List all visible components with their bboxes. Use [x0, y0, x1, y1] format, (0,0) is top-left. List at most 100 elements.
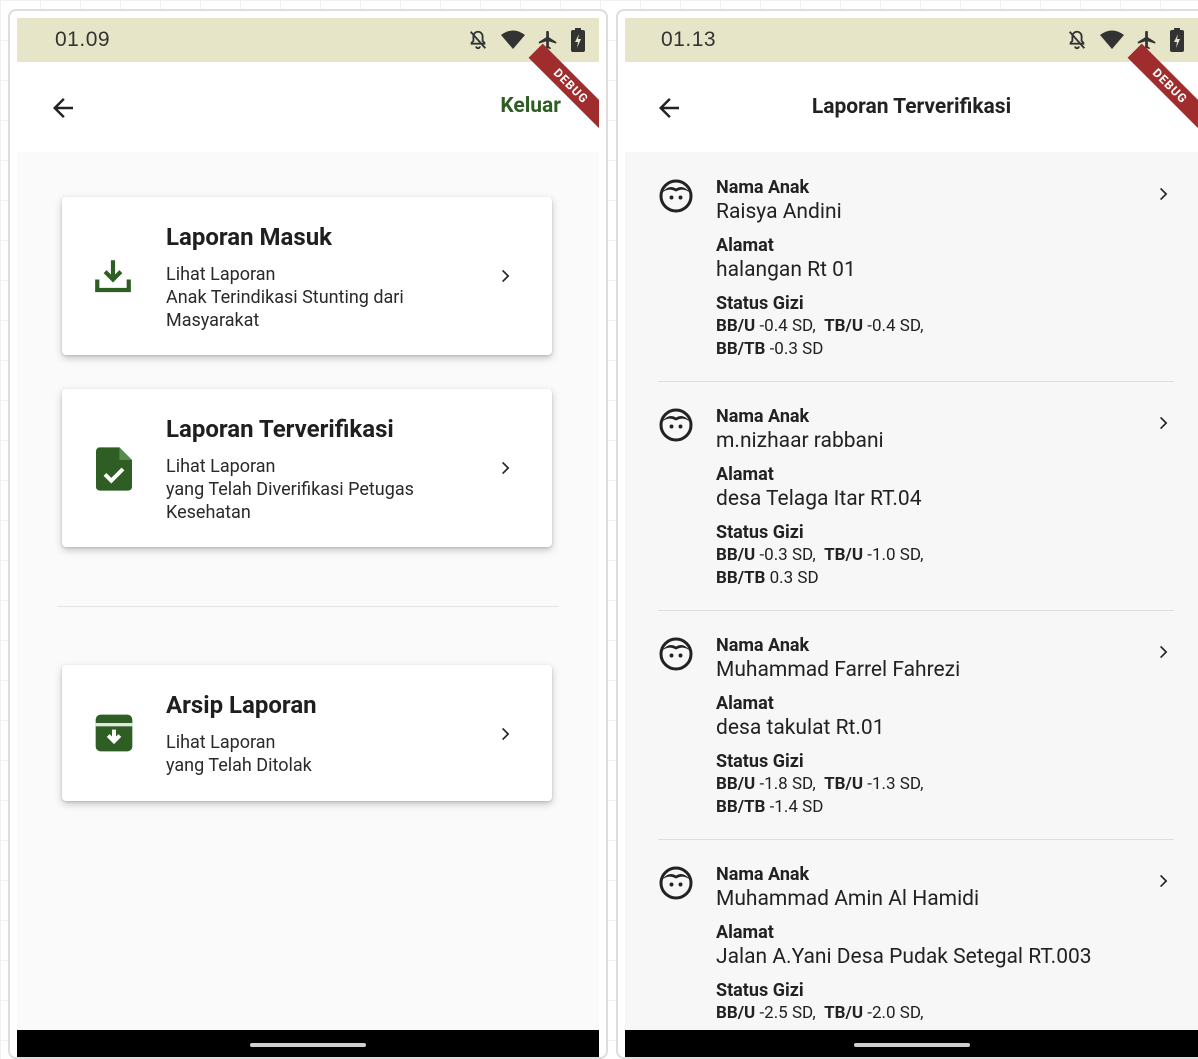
chevron-right-icon	[496, 456, 516, 484]
status-label: Status Gizi	[716, 293, 804, 314]
name-label: Nama Anak	[716, 635, 810, 656]
status-label: Status Gizi	[716, 751, 804, 772]
status-gizi-values: BB/U -0.4 SD, TB/U -0.4 SD, BB/TB -0.3 S…	[716, 315, 924, 361]
right-screen: 01.13 DEBUG Laporan Terverifikasi Nama A…	[625, 18, 1198, 1057]
page-title: Laporan Terverifikasi	[811, 95, 1012, 119]
tbu-value: -1.0 SD,	[867, 545, 924, 565]
navigation-bar	[17, 1030, 599, 1057]
card-description: yang Telah Ditolak	[166, 755, 312, 776]
arrow-back-icon	[53, 98, 73, 118]
card-laporan-masuk[interactable]: Laporan Masuk Lihat Laporan Anak Terindi…	[62, 197, 552, 355]
home-gesture-handle[interactable]	[250, 1043, 366, 1047]
name-label: Nama Anak	[716, 864, 810, 885]
status-time: 01.09	[55, 28, 111, 51]
status-icons	[1066, 28, 1184, 52]
report-item[interactable]: Nama Anak m.nizhaar rabbani Alamat desa …	[658, 381, 1174, 611]
back-button[interactable]	[43, 88, 83, 128]
bbtb-value: -1.4 SD	[769, 797, 824, 817]
battery-icon	[1170, 28, 1184, 52]
tbu-value: -2.0 SD,	[867, 1003, 924, 1023]
address-label: Alamat	[716, 235, 774, 256]
child-name: m.nizhaar rabbani	[716, 429, 884, 453]
report-item[interactable]: Nama Anak Muhammad Farrel Fahrezi Alamat…	[658, 610, 1174, 840]
report-list: Nama Anak Raisya Andini Alamat halangan …	[625, 152, 1198, 1030]
app-bar: Keluar	[17, 62, 599, 152]
report-item[interactable]: Nama Anak Raisya Andini Alamat halangan …	[658, 152, 1174, 382]
status-label: Status Gizi	[716, 980, 804, 1001]
card-subtitle: Lihat Laporan	[166, 264, 276, 285]
address-label: Alamat	[716, 464, 774, 485]
name-label: Nama Anak	[716, 177, 810, 198]
bbtb-key: BB/TB	[716, 568, 766, 588]
menu-area: Laporan Masuk Lihat Laporan Anak Terindi…	[17, 152, 599, 1030]
navigation-bar	[625, 1030, 1198, 1057]
child-name: Muhammad Farrel Fahrezi	[716, 658, 961, 682]
logout-button[interactable]: Keluar	[500, 94, 561, 118]
bbu-value: -0.3 SD,	[759, 545, 816, 565]
child-face-icon	[658, 636, 694, 676]
card-title: Laporan Terverifikasi	[166, 415, 394, 443]
bbu-key: BB/U	[716, 316, 756, 336]
download-icon	[92, 255, 134, 301]
child-address: desa Telaga Itar RT.04	[716, 487, 922, 511]
card-title: Arsip Laporan	[166, 691, 317, 719]
tbu-key: TB/U	[824, 774, 864, 794]
status-bar: 01.09	[17, 18, 599, 62]
child-name: Muhammad Amin Al Hamidi	[716, 887, 980, 911]
status-icons	[467, 28, 585, 52]
child-address: desa takulat Rt.01	[716, 716, 885, 740]
name-label: Nama Anak	[716, 406, 810, 427]
battery-icon	[571, 28, 585, 52]
card-arsip-laporan[interactable]: Arsip Laporan Lihat Laporan yang Telah D…	[62, 665, 552, 801]
bbu-key: BB/U	[716, 545, 756, 565]
tbu-value: -0.4 SD,	[867, 316, 924, 336]
bbu-key: BB/U	[716, 774, 756, 794]
notifications-off-icon	[1066, 29, 1088, 51]
bbu-key: BB/U	[716, 1003, 756, 1023]
chevron-right-icon	[1154, 640, 1174, 668]
archive-icon	[94, 713, 134, 757]
wifi-icon	[501, 29, 525, 51]
chevron-right-icon	[1154, 182, 1174, 210]
card-subtitle: Lihat Laporan	[166, 732, 276, 753]
child-face-icon	[658, 407, 694, 447]
child-address: halangan Rt 01	[716, 258, 856, 282]
report-item[interactable]: Nama Anak Muhammad Amin Al Hamidi Alamat…	[658, 839, 1174, 1030]
phone-left: 01.09 DEBUG Keluar Laporan Masuk Lihat L…	[8, 9, 608, 1059]
address-label: Alamat	[716, 693, 774, 714]
app-bar: Laporan Terverifikasi	[625, 62, 1198, 152]
child-face-icon	[658, 178, 694, 218]
tbu-key: TB/U	[824, 316, 864, 336]
child-address: Jalan A.Yani Desa Pudak Setegal RT.003	[716, 945, 1092, 969]
section-divider	[57, 606, 559, 607]
left-screen: 01.09 DEBUG Keluar Laporan Masuk Lihat L…	[17, 18, 599, 1057]
tbu-key: TB/U	[824, 545, 864, 565]
wifi-icon	[1100, 29, 1124, 51]
bbtb-key: BB/TB	[716, 797, 766, 817]
notifications-off-icon	[467, 29, 489, 51]
bbu-value: -2.5 SD,	[759, 1003, 816, 1023]
status-bar: 01.13	[625, 18, 1198, 62]
chevron-right-icon	[496, 264, 516, 292]
status-label: Status Gizi	[716, 522, 804, 543]
bbtb-value: 0.3 SD	[769, 568, 819, 588]
status-gizi-values: BB/U -0.3 SD, TB/U -1.0 SD, BB/TB 0.3 SD	[716, 544, 924, 590]
card-description: yang Telah Diverifikasi Petugas Kesehata…	[166, 479, 414, 523]
chevron-right-icon	[1154, 869, 1174, 897]
bbtb-value: -0.3 SD	[769, 339, 824, 359]
tbu-key: TB/U	[824, 1003, 864, 1023]
address-label: Alamat	[716, 922, 774, 943]
phone-right: 01.13 DEBUG Laporan Terverifikasi Nama A…	[616, 9, 1198, 1059]
tbu-value: -1.3 SD,	[867, 774, 924, 794]
card-subtitle: Lihat Laporan	[166, 456, 276, 477]
status-gizi-values: BB/U -1.8 SD, TB/U -1.3 SD, BB/TB -1.4 S…	[716, 773, 924, 819]
card-description: Anak Terindikasi Stunting dari Masyaraka…	[166, 287, 404, 331]
card-laporan-terverifikasi[interactable]: Laporan Terverifikasi Lihat Laporan yang…	[62, 389, 552, 547]
file-check-icon	[96, 447, 132, 495]
child-face-icon	[658, 865, 694, 905]
chevron-right-icon	[496, 722, 516, 750]
card-title: Laporan Masuk	[166, 223, 332, 251]
bbu-value: -0.4 SD,	[759, 316, 816, 336]
home-gesture-handle[interactable]	[853, 1043, 970, 1047]
chevron-right-icon	[1154, 411, 1174, 439]
